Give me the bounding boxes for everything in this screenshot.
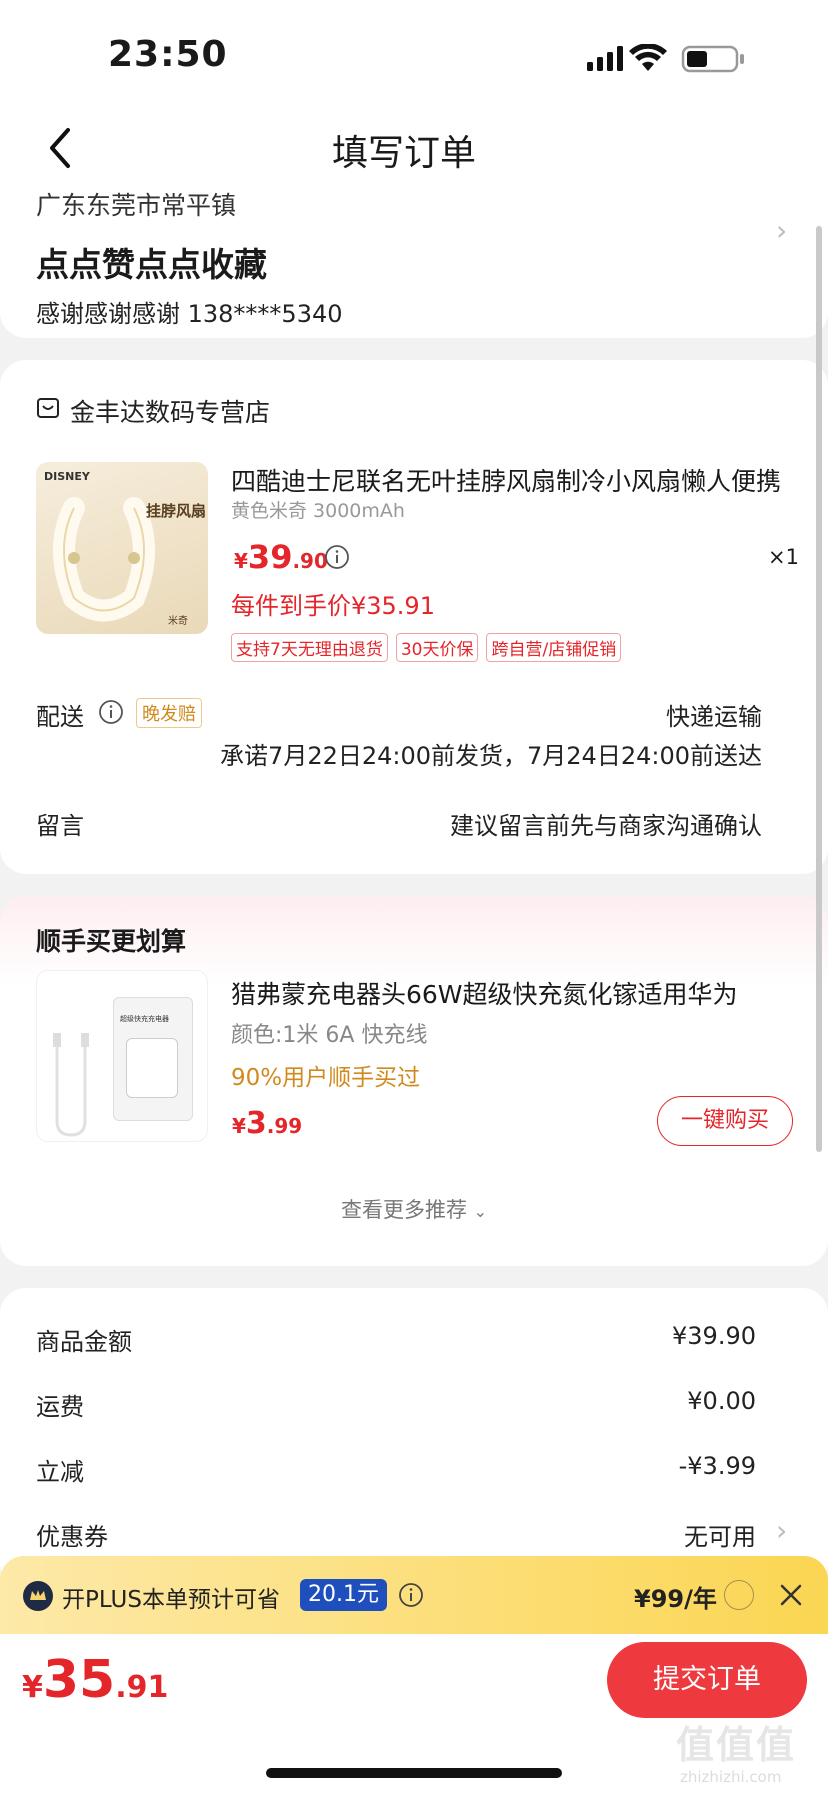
message-input[interactable]: 建议留言前先与商家沟通确认 (450, 806, 762, 841)
address-contact: 感谢感谢感谢 138****5340 (36, 300, 343, 328)
addon-spec: 颜色:1米 6A 快充线 (231, 1023, 428, 1048)
summary-value-coupon[interactable]: 无可用 (684, 1517, 756, 1552)
summary-value-shipping: ¥0.00 (687, 1387, 756, 1415)
delivery-method[interactable]: 快递运输 (666, 697, 762, 732)
image-sub: 米奇 (168, 616, 188, 627)
store-icon (37, 398, 59, 418)
signal-icon (587, 46, 623, 71)
cable-illustration (53, 1033, 89, 1137)
store-name[interactable]: 金丰达数码专营店 (70, 393, 270, 429)
image-brand: DISNEY (44, 470, 90, 483)
tag-price-protect: 30天价保 (395, 633, 479, 662)
addon-social-proof: 90%用户顺手买过 (231, 1065, 421, 1091)
status-time: 23:50 (108, 34, 228, 75)
product-price: ¥39.90 (234, 538, 328, 576)
addon-image[interactable]: 超级快充充电器 (36, 970, 208, 1142)
status-icons (587, 44, 744, 73)
plus-crown-icon (23, 1581, 53, 1611)
message-label: 留言 (36, 812, 84, 840)
delivery-promise: 承诺7月22日24:00前发货，7月24日24:00前送达 (220, 742, 762, 770)
submit-order-button[interactable]: 提交订单 (607, 1642, 807, 1718)
product-qty: ×1 (768, 545, 799, 569)
address-region: 广东东莞市常平镇 (36, 191, 237, 220)
addon-title: 顺手买更划算 (36, 927, 187, 956)
unit-price: 每件到手价¥35.91 (231, 592, 435, 620)
product-spec: 黄色米奇 3000mAh (231, 500, 405, 522)
page-title: 填写订单 (331, 133, 476, 174)
watermark-logo: 值值值 (676, 1723, 797, 1767)
chevron-down-icon: ⌄ (473, 1202, 488, 1221)
chevron-right-icon: › (776, 214, 788, 247)
summary-value-goods: ¥39.90 (672, 1322, 756, 1350)
summary-label-goods: 商品金额 (36, 1328, 132, 1356)
coupon-chevron-icon: › (776, 1514, 788, 1547)
charger-box: 超级快充充电器 (113, 997, 193, 1121)
summary-label-discount: 立减 (36, 1458, 84, 1486)
product-image[interactable]: DISNEY 挂脖风扇 米奇 (36, 462, 208, 634)
addon-price: ¥3.99 (232, 1106, 303, 1141)
addon-product-title[interactable]: 猎弗蒙充电器头66W超级快充氮化镓适用华为 (231, 975, 793, 1011)
total-price: ¥35.91 (22, 1650, 169, 1710)
address-detail: 点点赞点点收藏 (36, 245, 267, 284)
tag-return: 支持7天无理由退货 (231, 633, 388, 662)
scrollbar[interactable] (816, 226, 822, 1152)
summary-value-discount: -¥3.99 (678, 1452, 756, 1480)
wifi-icon (629, 44, 667, 71)
product-title[interactable]: 四酷迪士尼联名无叶挂脖风扇制冷小风扇懒人便携 (231, 462, 793, 498)
late-compensation-badge: 晚发赔 (136, 698, 202, 728)
image-label: 挂脖风扇 (146, 502, 207, 520)
watermark-url: zhizhizhi.com (680, 1768, 782, 1786)
product-tags: 支持7天无理由退货 30天价保 跨自营/店铺促销 (231, 633, 629, 662)
summary-label-shipping: 运费 (36, 1393, 84, 1421)
home-indicator (266, 1768, 562, 1778)
plus-checkbox[interactable] (724, 1580, 754, 1610)
delivery-label: 配送 (36, 703, 84, 731)
plus-info-icon[interactable] (398, 1582, 424, 1608)
info-icon[interactable] (324, 544, 350, 570)
see-more-link[interactable]: 查看更多推荐 ⌄ (0, 1194, 828, 1224)
summary-label-coupon: 优惠券 (36, 1523, 108, 1551)
plus-saving-badge: 20.1元 (300, 1579, 387, 1611)
plus-price: ¥99/年 (634, 1585, 717, 1613)
tag-promo: 跨自营/店铺促销 (486, 633, 622, 662)
one-click-buy-button[interactable]: 一键购买 (657, 1096, 793, 1146)
delivery-info-icon[interactable] (98, 699, 124, 725)
battery-icon (681, 45, 744, 73)
plus-text: 开PLUS本单预计可省 (62, 1587, 280, 1613)
close-icon[interactable] (778, 1582, 804, 1608)
